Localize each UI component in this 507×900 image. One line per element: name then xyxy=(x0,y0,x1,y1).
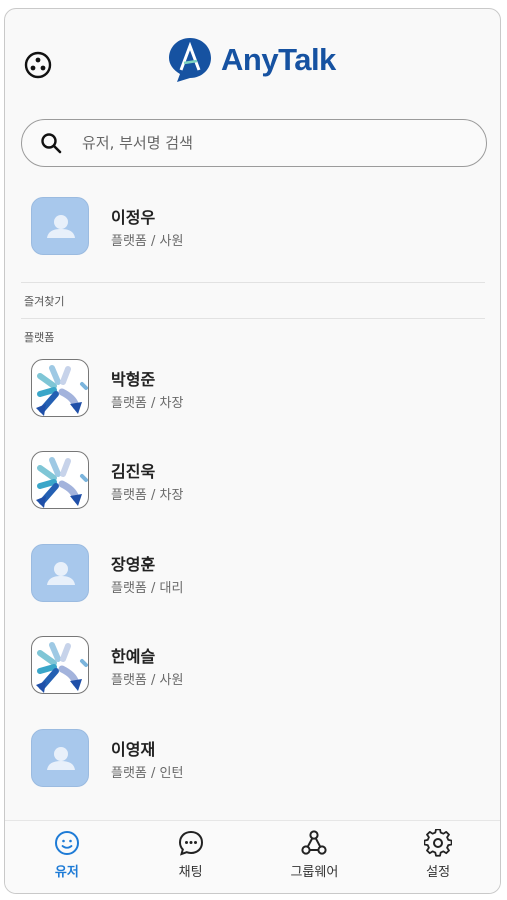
avatar xyxy=(31,451,89,509)
tab-label: 설정 xyxy=(426,865,451,880)
user-department: 플랫폼 / 인턴 xyxy=(111,766,184,781)
user-row[interactable]: 장영훈플랫폼 / 대리 xyxy=(5,544,500,608)
user-name: 박형준 xyxy=(111,370,156,389)
app-frame: AnyTalk 이정우 플랫폼 / 사원 즐겨찾기 플랫폼 박형준플랫폼 / 차… xyxy=(4,8,501,894)
search-input[interactable] xyxy=(80,133,444,153)
divider xyxy=(21,318,485,319)
search-bar[interactable] xyxy=(21,119,487,167)
company-logo-icon xyxy=(36,457,88,508)
user-row[interactable]: 박형준플랫폼 / 차장 xyxy=(5,359,500,423)
gear-icon xyxy=(424,829,453,857)
nodes-icon xyxy=(301,830,327,855)
smile-icon xyxy=(54,831,79,855)
tab-users[interactable]: 유저 xyxy=(5,821,129,893)
section-group: 플랫폼 xyxy=(24,331,55,344)
user-row[interactable]: 한예슬플랫폼 / 사원 xyxy=(5,636,500,700)
tab-groupware[interactable]: 그룹웨어 xyxy=(253,821,377,893)
user-row[interactable]: 김진욱플랫폼 / 차장 xyxy=(5,451,500,515)
avatar xyxy=(31,197,89,255)
logo-text: AnyTalk xyxy=(221,42,336,77)
user-name: 장영훈 xyxy=(111,555,156,574)
user-department: 플랫폼 / 사원 xyxy=(111,234,184,249)
user-department: 플랫폼 / 차장 xyxy=(111,488,184,503)
default-avatar-icon xyxy=(47,562,75,585)
avatar xyxy=(31,636,89,694)
user-name: 이정우 xyxy=(111,208,156,227)
avatar xyxy=(31,544,89,602)
company-logo-icon xyxy=(36,642,88,693)
user-name: 한예슬 xyxy=(111,647,156,666)
my-profile-row[interactable]: 이정우 플랫폼 / 사원 xyxy=(5,197,500,261)
tab-chat[interactable]: 채팅 xyxy=(129,821,253,893)
menu-dots-icon xyxy=(24,51,52,79)
app-logo: AnyTalk xyxy=(167,36,336,84)
tab-label: 그룹웨어 xyxy=(290,865,339,880)
bottom-tab-bar: 유저 채팅 그룹웨어 설정 xyxy=(5,820,500,893)
search-icon xyxy=(41,133,62,154)
header: AnyTalk xyxy=(5,9,500,114)
chat-bubble-icon xyxy=(178,830,203,856)
user-department: 플랫폼 / 대리 xyxy=(111,581,184,596)
tab-label: 채팅 xyxy=(178,865,203,880)
avatar xyxy=(31,729,89,787)
user-department: 플랫폼 / 차장 xyxy=(111,396,184,411)
tab-label: 유저 xyxy=(54,865,79,880)
section-favorites: 즐겨찾기 xyxy=(24,295,65,308)
tab-settings[interactable]: 설정 xyxy=(376,821,500,893)
avatar xyxy=(31,359,89,417)
default-avatar-icon xyxy=(47,215,75,238)
default-avatar-icon xyxy=(47,747,75,770)
divider xyxy=(21,282,485,283)
anytalk-logo-icon xyxy=(169,38,211,82)
user-name: 김진욱 xyxy=(111,462,156,481)
user-name: 이영재 xyxy=(111,740,156,759)
menu-button[interactable] xyxy=(22,49,54,81)
company-logo-icon xyxy=(36,365,88,416)
user-row[interactable]: 이영재플랫폼 / 인턴 xyxy=(5,729,500,793)
user-department: 플랫폼 / 사원 xyxy=(111,673,184,688)
